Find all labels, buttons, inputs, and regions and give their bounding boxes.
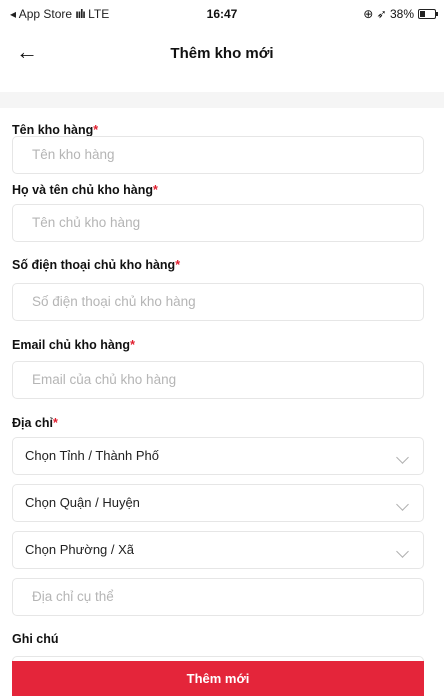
chevron-down-icon [396,545,409,558]
owner-name-input[interactable]: Tên chủ kho hàng [12,204,424,242]
note-label: Ghi chú [12,632,59,646]
address-detail-input[interactable]: Địa chỉ cụ thể [12,578,424,616]
status-bar: ◂ App Store ıılı LTE 16:47 ⊕ ➶ 38% [0,0,444,28]
submit-button[interactable]: Thêm mới [12,661,424,696]
owner-phone-input[interactable]: Số điện thoại chủ kho hàng [12,283,424,321]
ward-select[interactable]: Chọn Phường / Xã [12,531,424,569]
chevron-down-icon [396,451,409,464]
ward-select-value: Chọn Phường / Xã [25,542,135,557]
warehouse-name-label: Tên kho hàng* [12,123,99,137]
province-select-value: Chọn Tỉnh / Thành Phố [25,448,159,463]
app-header: ← Thêm kho mới [0,28,444,92]
warehouse-name-input[interactable]: Tên kho hàng [12,136,424,174]
battery-icon [418,9,438,19]
province-select[interactable]: Chọn Tỉnh / Thành Phố [12,437,424,475]
owner-name-label: Họ và tên chủ kho hàng* [12,183,158,197]
status-indicators: ⊕ ➶ 38% [363,7,414,21]
district-select-value: Chọn Quận / Huyện [25,495,140,510]
district-select[interactable]: Chọn Quận / Huyện [12,484,424,522]
header-divider [0,92,444,108]
chevron-down-icon [396,498,409,511]
owner-email-input[interactable]: Email của chủ kho hàng [12,361,424,399]
address-label: Địa chỉ* [12,416,58,430]
owner-email-label: Email chủ kho hàng* [12,338,135,352]
owner-phone-label: Số điện thoại chủ kho hàng* [12,258,181,272]
page-title: Thêm kho mới [170,45,274,62]
